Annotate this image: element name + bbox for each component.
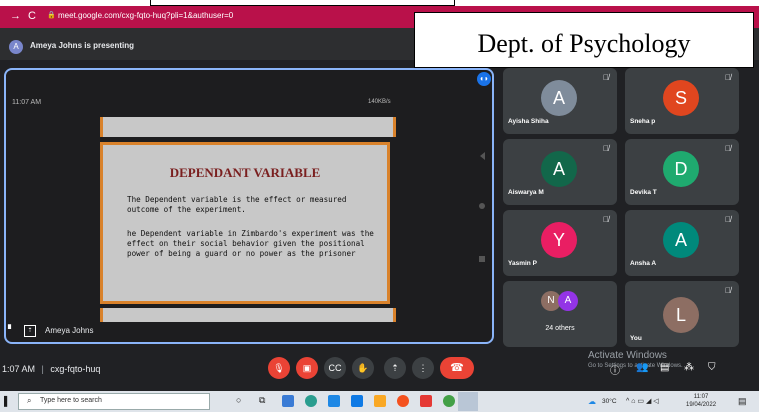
slide-paragraph-2: he Dependent variable in Zimbardo's expe… <box>127 229 374 258</box>
slide-title: DEPENDANT VARIABLE <box>169 165 321 180</box>
prev-icon[interactable] <box>480 152 485 160</box>
avatar: D <box>663 151 699 187</box>
chrome-icon[interactable] <box>443 395 455 407</box>
host-controls-icon[interactable]: ⛉ <box>708 362 716 373</box>
mic-off-icon: 🎙̸ <box>725 144 731 153</box>
self-tile[interactable]: 🎙̸ L You <box>625 281 739 347</box>
participant-name: Devika T <box>630 189 657 196</box>
avatar: S <box>663 80 699 116</box>
more-options-button[interactable]: ⋮ <box>412 357 434 379</box>
audio-indicator-icon: ◖◗ <box>477 72 491 86</box>
store-icon[interactable] <box>328 395 340 407</box>
participant-tile[interactable]: 🎙̸ Y Yasmin P <box>503 210 617 276</box>
presenting-text: Ameya Johns is presenting <box>30 41 135 50</box>
mic-off-icon: 🎙̸ <box>725 215 731 224</box>
participant-name: Ayisha Shiha <box>508 118 549 125</box>
participant-tile[interactable]: 🎙̸ A Aiswarya M <box>503 139 617 205</box>
people-icon[interactable]: 👥 <box>636 362 648 373</box>
others-count: 24 others <box>545 325 575 332</box>
presenter-name: Ameya Johns <box>45 326 94 335</box>
forward-icon[interactable]: → <box>10 10 21 22</box>
search-placeholder: Type here to search <box>40 397 102 404</box>
file-explorer-icon[interactable] <box>282 395 294 407</box>
participant-name: You <box>630 335 642 342</box>
meeting-info: 1:07 AM | cxg-fqto-huq <box>2 364 100 374</box>
lock-icon: 🔒 <box>47 12 56 19</box>
system-tray-icons[interactable]: ^ ⌂ ▭ ◢ ◁ <box>626 397 659 405</box>
mic-off-icon: 🎙̸ <box>603 144 609 153</box>
windows-start-icon[interactable]: ▌ <box>4 396 10 406</box>
activate-windows-title: Activate Windows <box>588 350 667 361</box>
mic-off-icon: 🎙̸ <box>603 215 609 224</box>
meeting-code: cxg-fqto-huq <box>50 364 101 374</box>
participant-tile[interactable]: 🎙̸ A Ansha A <box>625 210 739 276</box>
active-app-icon[interactable] <box>458 392 478 411</box>
raise-hand-button[interactable]: ✋ <box>352 357 374 379</box>
participant-name: Aiswarya M <box>508 189 544 196</box>
presenter-avatar: A <box>9 40 23 54</box>
others-tile[interactable]: N A 24 others <box>503 281 617 347</box>
participant-tile[interactable]: 🎙̸ A Ayisha Shiha <box>503 68 617 134</box>
weather-temp: 30°C <box>602 398 617 405</box>
activities-icon[interactable]: ⁂ <box>684 362 694 373</box>
clock-date: 19/04/2022 <box>686 402 717 408</box>
cortana-icon[interactable]: ○ <box>236 395 241 405</box>
separator: | <box>41 364 44 374</box>
dot-icon[interactable] <box>479 203 485 209</box>
avatar: A <box>558 291 578 311</box>
firefox-icon[interactable] <box>397 395 409 407</box>
avatar: Y <box>541 222 577 258</box>
avatar: A <box>663 222 699 258</box>
avatar: A <box>541 151 577 187</box>
avatar: L <box>663 297 699 333</box>
present-icon: ⇡ <box>24 325 36 337</box>
present-button[interactable]: ⇡ <box>384 357 406 379</box>
slide-top <box>100 117 396 137</box>
mic-off-icon: 🎙̸ <box>603 73 609 82</box>
meeting-time: 1:07 AM <box>2 364 36 374</box>
stop-icon[interactable] <box>479 256 485 262</box>
weather-icon: ☁ <box>588 397 596 406</box>
task-view-icon[interactable]: ⧉ <box>259 395 265 406</box>
participant-tile[interactable]: 🎙̸ S Sneha p <box>625 68 739 134</box>
mic-off-button[interactable]: 🎙 <box>268 357 290 379</box>
search-icon: ⌕ <box>27 396 32 405</box>
notifications-icon[interactable]: ▤ <box>738 396 747 407</box>
taskbar-clock[interactable]: 11:07 19/04/2022 <box>686 393 716 409</box>
app-icon[interactable] <box>420 395 432 407</box>
mail-icon[interactable] <box>351 395 363 407</box>
edge-icon[interactable] <box>305 395 317 407</box>
mic-off-icon: 🎙̸ <box>725 73 731 82</box>
avatar: A <box>541 80 577 116</box>
slide-paragraph-1: The Dependent variable is the effect or … <box>127 195 347 214</box>
participant-name: Sneha p <box>630 118 656 125</box>
mic-off-icon: 🎙̸ <box>725 286 731 295</box>
pin-icon[interactable]: ▘ <box>8 325 18 335</box>
department-label: Dept. of Psychology <box>414 12 754 68</box>
participant-tile[interactable]: 🎙̸ D Devika T <box>625 139 739 205</box>
info-icon[interactable]: ⓘ <box>610 362 620 377</box>
phone-time: 11:07 AM <box>12 99 42 106</box>
participant-name: Yasmin P <box>508 260 537 267</box>
captions-button[interactable]: CC <box>324 357 346 379</box>
reload-icon[interactable]: C <box>28 10 36 22</box>
end-call-button[interactable]: ☎ <box>440 357 474 379</box>
phone-status: 140KB/s <box>368 99 391 105</box>
participant-name: Ansha A <box>630 260 657 267</box>
clock-time: 11:07 <box>693 394 709 400</box>
chat-icon[interactable]: ▤ <box>660 362 669 373</box>
url-bar[interactable]: meet.google.com/cxg-fqto-huq?pli=1&authu… <box>58 11 233 20</box>
camera-off-button[interactable]: ▣ <box>296 357 318 379</box>
slide-bottom <box>100 308 396 322</box>
folder-icon[interactable] <box>374 395 386 407</box>
